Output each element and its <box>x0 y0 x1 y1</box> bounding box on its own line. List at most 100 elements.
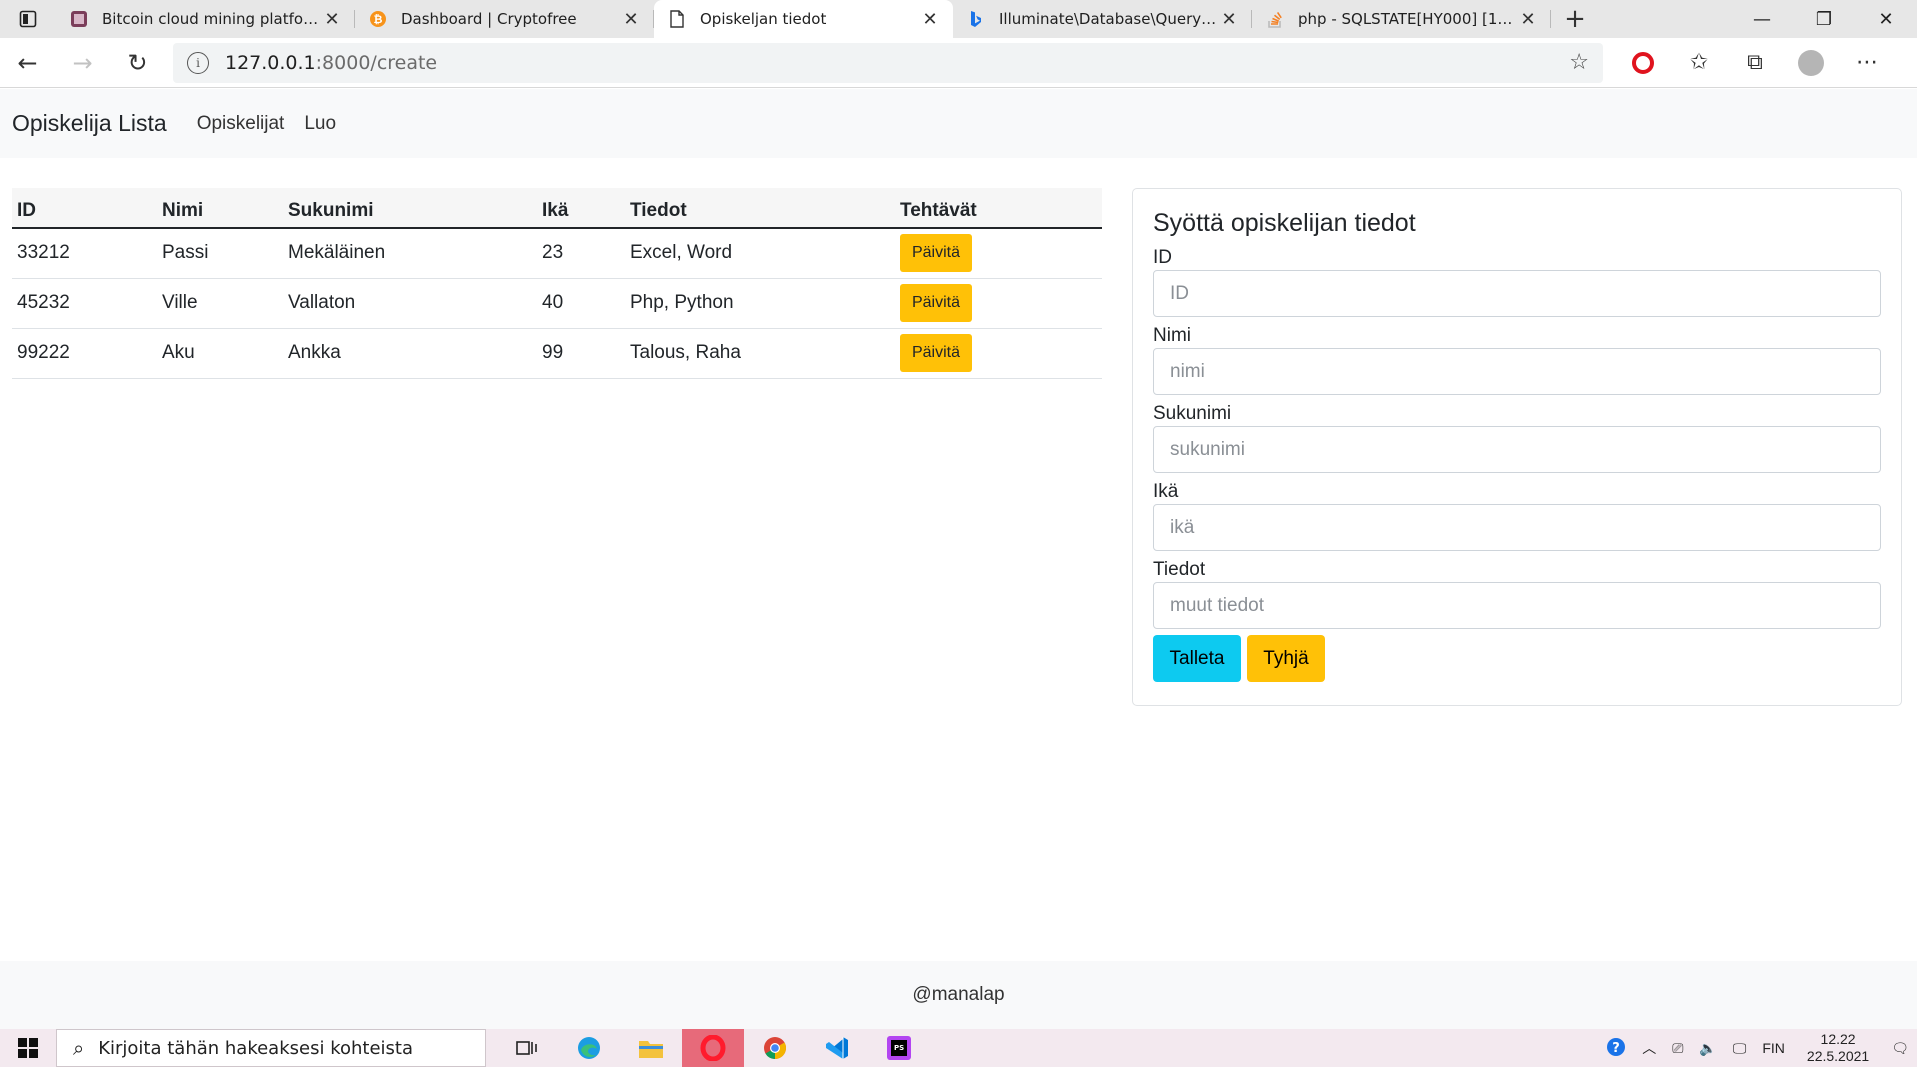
cell-sukunimi: Ankka <box>283 328 537 379</box>
profile-avatar-icon[interactable] <box>1783 49 1839 76</box>
notifications-icon[interactable]: 🗨 <box>1891 1040 1909 1057</box>
browser-tab-cryptofree[interactable]: ₿ Dashboard | Cryptofree ✕ <box>355 0 654 38</box>
cell-actions: Päivitä <box>895 228 1102 279</box>
update-button[interactable]: Päivitä <box>900 284 972 322</box>
tab-close-icon[interactable]: ✕ <box>620 9 642 30</box>
taskbar-search-placeholder: Kirjoita tähän hakeaksesi kohteista <box>98 1037 413 1059</box>
new-tab-icon[interactable]: + <box>1551 0 1599 38</box>
url-text[interactable]: 127.0.0.1:8000/create <box>225 52 437 74</box>
collections-icon[interactable]: ⧉ <box>1727 50 1783 75</box>
bitcoin-site-icon <box>70 10 88 28</box>
tab-close-icon[interactable]: ✕ <box>1517 9 1539 30</box>
field-label-id: ID <box>1153 247 1172 268</box>
window-controls: — ❐ ✕ <box>1731 0 1917 38</box>
network-icon[interactable]: 🖵 <box>1733 1040 1747 1057</box>
taskbar-search-box[interactable]: ⌕ Kirjoita tähän hakeaksesi kohteista <box>56 1029 486 1067</box>
cell-sukunimi: Vallaton <box>283 278 537 329</box>
page-footer: @manalap <box>0 961 1917 1029</box>
task-view-icon[interactable] <box>496 1029 558 1067</box>
cell-id: 99222 <box>12 328 157 379</box>
add-favorite-icon[interactable]: ☆ <box>1569 50 1589 75</box>
cell-tiedot: Php, Python <box>625 278 895 329</box>
url-path: :8000/create <box>315 51 438 74</box>
more-options-icon[interactable]: ⋯ <box>1839 50 1895 75</box>
browser-tab-query-exception[interactable]: Illuminate\Database\QueryExcep ✕ <box>953 0 1252 38</box>
opera-app-icon[interactable] <box>682 1029 744 1067</box>
reload-icon[interactable]: ↻ <box>110 38 165 88</box>
update-button[interactable]: Päivitä <box>900 334 972 372</box>
update-button[interactable]: Päivitä <box>900 234 972 273</box>
tab-close-icon[interactable]: ✕ <box>1218 9 1240 30</box>
phpstorm-icon[interactable]: PS <box>868 1029 930 1067</box>
tab-close-icon[interactable]: ✕ <box>919 9 941 30</box>
edge-browser-icon[interactable] <box>558 1029 620 1067</box>
cell-actions: Päivitä <box>895 328 1102 379</box>
cell-ika: 23 <box>537 228 625 279</box>
cell-id: 33212 <box>12 228 157 279</box>
cell-ika: 99 <box>537 328 625 379</box>
navbar-brand[interactable]: Opiskelija Lista <box>12 110 167 137</box>
cell-nimi: Ville <box>157 278 283 329</box>
id-field[interactable] <box>1153 270 1881 317</box>
stackoverflow-icon <box>1266 10 1284 28</box>
chrome-icon[interactable] <box>744 1029 806 1067</box>
cell-nimi: Passi <box>157 228 283 279</box>
cell-nimi: Aku <box>157 328 283 379</box>
close-window-icon[interactable]: ✕ <box>1855 0 1917 38</box>
column-header-id: ID <box>12 188 157 229</box>
file-explorer-icon[interactable] <box>620 1029 682 1067</box>
address-bar[interactable]: i 127.0.0.1:8000/create ☆ <box>173 42 1603 83</box>
vscode-icon[interactable] <box>806 1029 868 1067</box>
ika-field[interactable] <box>1153 504 1881 551</box>
sukunimi-field[interactable] <box>1153 426 1881 473</box>
clear-button[interactable]: Tyhjä <box>1247 635 1325 682</box>
table-row: 99222 Aku Ankka 99 Talous, Raha Päivitä <box>12 328 1102 379</box>
windows-start-icon[interactable] <box>0 1029 56 1067</box>
volume-icon[interactable]: 🔈 <box>1699 1040 1716 1057</box>
page-navbar: Opiskelija Lista Opiskelijat Luo <box>0 89 1917 158</box>
help-icon[interactable]: ? <box>1606 1037 1626 1060</box>
browser-tab-opiskeljan-tiedot[interactable]: Opiskeljan tiedot ✕ <box>654 0 953 38</box>
favorites-icon[interactable]: ✩ <box>1671 50 1727 75</box>
table-row: 45232 Ville Vallaton 40 Php, Python Päiv… <box>12 278 1102 329</box>
browser-tab-bar: Bitcoin cloud mining platform 20 ✕ ₿ Das… <box>0 0 1917 38</box>
cell-actions: Päivitä <box>895 278 1102 329</box>
footer-text: @manalap <box>912 984 1005 1005</box>
column-header-nimi: Nimi <box>157 188 283 229</box>
show-hidden-icons-icon[interactable]: ︿ <box>1642 1038 1656 1058</box>
cell-ika: 40 <box>537 278 625 329</box>
browser-tab-stackoverflow[interactable]: php - SQLSTATE[HY000] [1049] U ✕ <box>1252 0 1551 38</box>
taskbar-apps: PS <box>496 1029 930 1067</box>
form-title: Syöttä opiskelijan tiedot <box>1153 209 1416 237</box>
bing-icon <box>967 10 985 28</box>
opera-extension-icon[interactable] <box>1615 51 1671 74</box>
restore-icon[interactable]: ❐ <box>1793 0 1855 38</box>
nav-link-opiskelijat[interactable]: Opiskelijat <box>197 113 285 135</box>
back-icon[interactable]: ← <box>0 38 55 88</box>
minimize-icon[interactable]: — <box>1731 0 1793 38</box>
cell-tiedot: Excel, Word <box>625 228 895 279</box>
table-row: 33212 Passi Mekäläinen 23 Excel, Word Pä… <box>12 228 1102 279</box>
browser-toolbar: ← → ↻ i 127.0.0.1:8000/create ☆ ✩ ⧉ ⋯ <box>0 38 1917 88</box>
field-label-nimi: Nimi <box>1153 325 1191 346</box>
bitcoin-coin-icon: ₿ <box>369 10 387 28</box>
save-button[interactable]: Talleta <box>1153 635 1241 682</box>
language-indicator[interactable]: FIN <box>1762 1040 1785 1056</box>
search-icon: ⌕ <box>73 1036 85 1060</box>
taskbar-clock[interactable]: 12.22 22.5.2021 <box>1807 1031 1869 1065</box>
svg-text:₿: ₿ <box>374 13 383 26</box>
camera-icon[interactable]: ⎚ <box>1672 1040 1683 1057</box>
column-header-tehtavat: Tehtävät <box>895 188 1102 229</box>
nimi-field[interactable] <box>1153 348 1881 395</box>
field-label-ika: Ikä <box>1153 481 1179 502</box>
nav-link-luo[interactable]: Luo <box>304 113 336 135</box>
tiedot-field[interactable] <box>1153 582 1881 629</box>
system-tray: ? ︿ ⎚ 🔈 🖵 FIN 12.22 22.5.2021 🗨 <box>1598 1031 1917 1065</box>
form-buttons: Talleta Tyhjä <box>1153 635 1881 682</box>
site-info-icon[interactable]: i <box>187 51 209 74</box>
forward-icon[interactable]: → <box>55 38 110 88</box>
tab-actions-icon[interactable] <box>0 0 56 38</box>
svg-text:?: ? <box>1612 1041 1620 1056</box>
browser-tab-bitcoin-mining[interactable]: Bitcoin cloud mining platform 20 ✕ <box>56 0 355 38</box>
tab-close-icon[interactable]: ✕ <box>321 9 343 30</box>
